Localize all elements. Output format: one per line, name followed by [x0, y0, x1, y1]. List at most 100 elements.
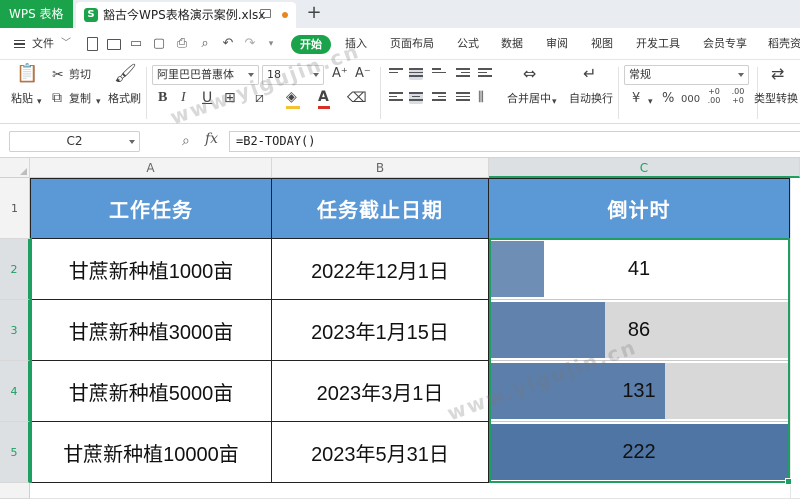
export-pdf-icon[interactable]: ▢	[152, 37, 166, 51]
thousands-icon[interactable]: 000	[681, 92, 700, 108]
merge-center-icon[interactable]: ⇔	[523, 66, 536, 82]
task-cell[interactable]: 甘蔗新种植3000亩	[30, 300, 272, 361]
deadline-cell-text: 2023年1月15日	[311, 321, 449, 344]
header-cell-deadline[interactable]: 任务截止日期	[272, 178, 489, 239]
tab-view[interactable]: 视图	[591, 28, 613, 60]
distribute-icon[interactable]: ⫼	[478, 90, 484, 106]
screen-icon[interactable]	[260, 9, 271, 18]
chevron-down-icon[interactable]: ﹀	[61, 28, 71, 60]
print-icon[interactable]: ⎙	[175, 37, 189, 51]
header-cell-task[interactable]: 工作任务	[30, 178, 272, 239]
column-header-c[interactable]: C	[489, 158, 800, 178]
align-left-icon[interactable]	[389, 92, 403, 104]
redo-icon[interactable]: ↷	[243, 37, 257, 51]
currency-icon[interactable]: ¥	[632, 91, 640, 107]
row-header-1[interactable]: 1	[0, 178, 30, 239]
font-color-icon[interactable]: A	[318, 89, 329, 105]
wrap-text-button[interactable]: 自动换行	[569, 92, 613, 106]
align-right-icon[interactable]	[432, 92, 446, 104]
countdown-cell[interactable]: 41	[489, 239, 790, 300]
copy-chevron-icon[interactable]: ▾	[96, 94, 101, 110]
type-convert-button[interactable]: 类型转换	[754, 92, 798, 106]
countdown-cell[interactable]: 222	[489, 422, 790, 483]
name-box[interactable]: C2	[9, 131, 140, 152]
format-painter-button[interactable]: 格式刷	[108, 92, 141, 106]
new-document-icon[interactable]	[87, 37, 98, 51]
countdown-cell[interactable]: 86	[489, 300, 790, 361]
deadline-cell-text: 2023年5月31日	[311, 443, 449, 466]
task-cell[interactable]: 甘蔗新种植1000亩	[30, 239, 272, 300]
row-header-3[interactable]: 3	[0, 300, 30, 361]
tab-formulas[interactable]: 公式	[457, 28, 479, 60]
align-bottom-icon[interactable]	[432, 68, 446, 80]
eraser-icon[interactable]: ⌫	[347, 90, 367, 106]
formula-bar: C2 ⌕ fx =B2-TODAY()	[0, 125, 800, 158]
file-menu[interactable]: 文件	[32, 28, 54, 60]
unsaved-dot-icon	[282, 12, 288, 18]
deadline-cell[interactable]: 2022年12月1日	[272, 239, 489, 300]
wrap-text-icon[interactable]: ↵	[583, 66, 596, 82]
save-icon[interactable]: ▭	[129, 37, 143, 51]
formula-input[interactable]: =B2-TODAY()	[229, 131, 800, 152]
scissors-icon[interactable]: ✂	[52, 67, 64, 83]
increase-decimal-icon[interactable]: +0 .00	[705, 87, 723, 105]
paste-button[interactable]: 粘贴	[11, 92, 33, 106]
zoom-search-icon[interactable]: ⌕	[182, 133, 190, 149]
tab-data[interactable]: 数据	[501, 28, 523, 60]
copy-button[interactable]: 复制	[69, 92, 91, 106]
percent-icon[interactable]: %	[662, 91, 674, 107]
header-task-label: 工作任务	[109, 200, 193, 222]
align-middle-icon[interactable]	[409, 68, 423, 80]
decrease-font-icon[interactable]: A⁻	[355, 66, 371, 82]
tab-page-layout[interactable]: 页面布局	[390, 28, 434, 60]
deadline-cell-text: 2022年12月1日	[311, 260, 449, 283]
paste-icon[interactable]: 📋	[16, 65, 38, 88]
task-cell[interactable]: 甘蔗新种植10000亩	[30, 422, 272, 483]
open-folder-icon[interactable]	[107, 39, 121, 50]
tab-developer[interactable]: 开发工具	[636, 28, 680, 60]
format-painter-icon[interactable]: 🖌	[114, 65, 137, 83]
bold-icon[interactable]: B	[158, 90, 167, 106]
column-header-a[interactable]: A	[30, 158, 272, 178]
document-tab-label: 豁古今WPS表格演示案例.xlsx	[103, 8, 266, 22]
currency-chevron-icon[interactable]: ▾	[648, 94, 653, 110]
quick-access-chevron-icon[interactable]: ▾	[264, 37, 278, 51]
indent-decrease-icon[interactable]	[456, 68, 470, 80]
deadline-cell[interactable]: 2023年1月15日	[272, 300, 489, 361]
tab-docer[interactable]: 稻壳资	[768, 28, 800, 60]
row-header-4[interactable]: 4	[0, 361, 30, 422]
row-header-5[interactable]: 5	[0, 422, 30, 483]
paste-chevron-icon[interactable]: ▾	[37, 94, 42, 110]
cut-button[interactable]: 剪切	[69, 68, 91, 82]
merge-chevron-icon[interactable]: ▾	[552, 94, 557, 110]
row-header-2[interactable]: 2	[0, 239, 30, 300]
task-cell-text: 甘蔗新种植5000亩	[68, 382, 234, 405]
align-top-icon[interactable]	[389, 68, 403, 80]
row-header-6[interactable]	[0, 483, 30, 499]
decrease-decimal-icon[interactable]: .00 +0	[729, 87, 747, 105]
tab-review[interactable]: 审阅	[546, 28, 568, 60]
number-format-select[interactable]: 常规	[624, 65, 749, 85]
fill-handle[interactable]	[785, 478, 792, 485]
task-cell[interactable]: 甘蔗新种植5000亩	[30, 361, 272, 422]
tab-member[interactable]: 会员专享	[703, 28, 747, 60]
indent-increase-icon[interactable]	[478, 68, 492, 80]
select-all-corner[interactable]	[0, 158, 30, 178]
undo-icon[interactable]: ↶	[221, 37, 235, 51]
fx-icon[interactable]: fx	[205, 131, 218, 147]
merge-center-button[interactable]: 合并居中	[507, 92, 551, 106]
row-selection-edge	[30, 238, 32, 483]
copy-icon[interactable]: ⧉	[52, 90, 62, 106]
header-cell-countdown[interactable]: 倒计时	[489, 178, 790, 239]
fill-color-icon[interactable]: ◈	[286, 89, 297, 105]
document-tab[interactable]: S 豁古今WPS表格演示案例.xlsx	[76, 2, 296, 28]
align-justify-icon[interactable]	[456, 92, 470, 104]
align-center-icon[interactable]	[409, 92, 423, 104]
print-preview-icon[interactable]: ⌕	[198, 37, 212, 51]
type-convert-icon[interactable]: ⇄	[771, 66, 784, 82]
column-header-b[interactable]: B	[272, 158, 489, 178]
new-tab-button[interactable]: +	[304, 0, 324, 28]
deadline-cell[interactable]: 2023年5月31日	[272, 422, 489, 483]
app-tab[interactable]: WPS 表格	[0, 0, 73, 28]
menu-hamburger-icon[interactable]	[14, 40, 25, 48]
